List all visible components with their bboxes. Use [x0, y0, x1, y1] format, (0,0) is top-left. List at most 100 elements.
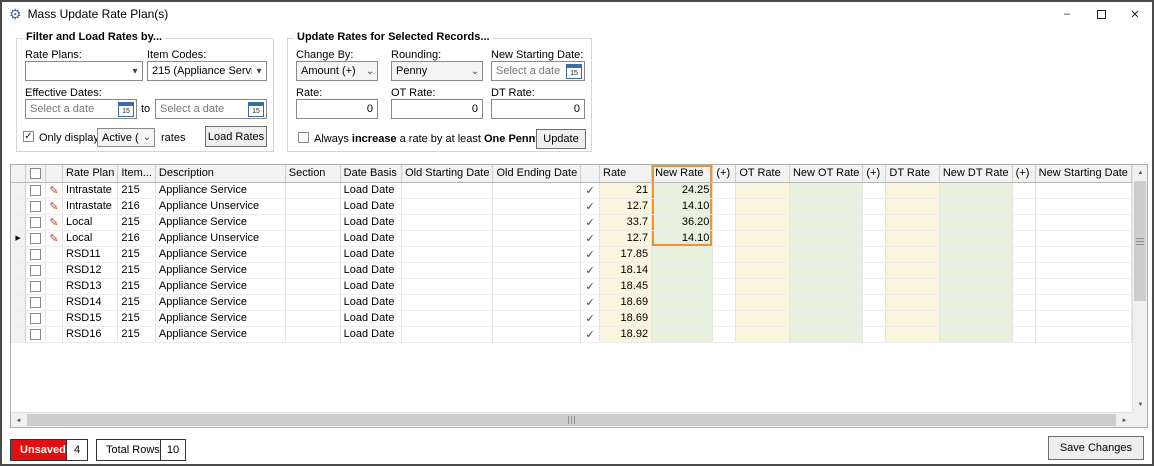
cell-new_rate[interactable]	[651, 278, 714, 295]
row-checkbox[interactable]	[29, 184, 41, 196]
row-checkbox[interactable]	[29, 200, 41, 212]
col-header-description[interactable]: Description	[155, 165, 286, 183]
cell-checkbox[interactable]	[25, 326, 46, 343]
cell-new_ot_rate[interactable]	[789, 182, 864, 199]
cell-new_rate[interactable]	[651, 326, 714, 343]
col-header-item[interactable]: Item...	[117, 165, 156, 183]
cell-rate[interactable]: 18.69	[599, 310, 653, 327]
cell-dt_rate[interactable]	[885, 310, 940, 327]
cell-new_rate[interactable]	[651, 262, 714, 279]
cell-new_dt_rate[interactable]	[939, 278, 1013, 295]
cell-ot_rate[interactable]	[735, 262, 790, 279]
cell-checkbox[interactable]	[25, 278, 46, 295]
row-checkbox[interactable]	[29, 232, 41, 244]
update-button[interactable]: Update	[536, 129, 586, 149]
cell-new_dt_rate[interactable]	[939, 262, 1013, 279]
cell-new_rate[interactable]: 36.20	[651, 214, 714, 231]
col-header-old_ending_date[interactable]: Old Ending Date	[492, 165, 582, 183]
cell-ot_rate[interactable]	[735, 310, 790, 327]
cell-new_dt_rate[interactable]	[939, 230, 1013, 247]
cell-dt_rate[interactable]	[885, 278, 940, 295]
cell-dt_rate[interactable]	[885, 198, 940, 215]
cell-new_dt_rate[interactable]	[939, 214, 1013, 231]
cell-new_rate[interactable]: 24.25	[651, 182, 714, 199]
cell-checkbox[interactable]	[25, 182, 46, 199]
dt-rate-input[interactable]	[491, 99, 585, 119]
cell-ot_rate[interactable]	[735, 326, 790, 343]
cell-new_dt_rate[interactable]	[939, 182, 1013, 199]
row-checkbox[interactable]	[29, 312, 41, 324]
cell-checkbox[interactable]	[25, 310, 46, 327]
col-header-new_dt_rate[interactable]: New DT Rate	[939, 165, 1013, 183]
rate-plans-dropdown[interactable]: ▾	[25, 61, 143, 81]
cell-ot_rate[interactable]	[735, 230, 790, 247]
cell-rate[interactable]: 21	[599, 182, 653, 199]
cell-rate[interactable]: 12.7	[599, 230, 653, 247]
cell-new_ot_rate[interactable]	[789, 326, 864, 343]
cell-dt_rate[interactable]	[885, 326, 940, 343]
only-display-checkbox[interactable]: ✓	[23, 131, 34, 142]
col-header-ot_rate[interactable]: OT Rate	[735, 165, 790, 183]
col-header-rate_plan[interactable]: Rate Plan	[62, 165, 119, 183]
cell-ot_rate[interactable]	[735, 246, 790, 263]
cell-new_ot_rate[interactable]	[789, 230, 864, 247]
cell-new_ot_rate[interactable]	[789, 278, 864, 295]
cell-new_ot_rate[interactable]	[789, 310, 864, 327]
cell-checkbox[interactable]	[25, 230, 46, 247]
penny-checkbox[interactable]	[298, 132, 309, 143]
cell-new_rate[interactable]: 14.10	[651, 198, 714, 215]
save-changes-button[interactable]: Save Changes	[1047, 436, 1144, 460]
cell-dt_rate[interactable]	[885, 262, 940, 279]
col-header-rate[interactable]: Rate	[599, 165, 653, 183]
col-header-new_ot_rate[interactable]: New OT Rate	[789, 165, 864, 183]
vertical-scroll-thumb[interactable]	[1134, 181, 1146, 301]
cell-new_dt_rate[interactable]	[939, 198, 1013, 215]
close-button[interactable]: ✕	[1118, 2, 1152, 26]
cell-ot_rate[interactable]	[735, 198, 790, 215]
horizontal-scroll-thumb[interactable]	[27, 414, 1116, 426]
scroll-up-icon[interactable]: ▲	[1133, 165, 1148, 180]
scroll-right-icon[interactable]: ►	[1117, 413, 1132, 428]
cell-ot_rate[interactable]	[735, 294, 790, 311]
row-checkbox[interactable]	[29, 296, 41, 308]
scroll-down-icon[interactable]: ▼	[1133, 397, 1148, 412]
minimize-button[interactable]: –	[1050, 2, 1084, 26]
col-header-plus3[interactable]: (+)	[1012, 165, 1036, 183]
horizontal-scrollbar[interactable]: ◄ ►	[11, 412, 1132, 427]
cell-dt_rate[interactable]	[885, 214, 940, 231]
cell-rate[interactable]: 12.7	[599, 198, 653, 215]
cell-new_dt_rate[interactable]	[939, 326, 1013, 343]
cell-ot_rate[interactable]	[735, 214, 790, 231]
ot-rate-input[interactable]	[391, 99, 483, 119]
cell-rate[interactable]: 18.92	[599, 326, 653, 343]
cell-new_rate[interactable]: 14.10	[651, 230, 714, 247]
cell-dt_rate[interactable]	[885, 294, 940, 311]
row-checkbox[interactable]	[29, 280, 41, 292]
cell-ot_rate[interactable]	[735, 182, 790, 199]
col-header-section[interactable]: Section	[285, 165, 341, 183]
cell-new_rate[interactable]	[651, 310, 714, 327]
col-header-date_basis[interactable]: Date Basis	[340, 165, 403, 183]
col-header-dt_rate[interactable]: DT Rate	[885, 165, 940, 183]
maximize-button[interactable]	[1084, 2, 1118, 26]
cell-new_dt_rate[interactable]	[939, 294, 1013, 311]
col-header-new_starting_date[interactable]: New Starting Date	[1035, 165, 1132, 183]
row-checkbox[interactable]	[29, 328, 41, 340]
cell-rate[interactable]: 33.7	[599, 214, 653, 231]
cell-dt_rate[interactable]	[885, 246, 940, 263]
row-checkbox[interactable]	[29, 248, 41, 260]
cell-checkbox[interactable]	[25, 214, 46, 231]
row-checkbox[interactable]	[29, 264, 41, 276]
rate-input[interactable]	[296, 99, 378, 119]
new-starting-date-picker[interactable]: Select a date 15	[491, 61, 585, 81]
cell-checkbox[interactable]	[25, 294, 46, 311]
cell-checkbox[interactable]	[25, 262, 46, 279]
cell-new_ot_rate[interactable]	[789, 214, 864, 231]
load-rates-button[interactable]: Load Rates	[205, 126, 267, 147]
effective-date-to-picker[interactable]: Select a date 15	[155, 99, 267, 119]
col-header-plus2[interactable]: (+)	[862, 165, 887, 183]
cell-new_rate[interactable]	[651, 246, 714, 263]
cell-new_ot_rate[interactable]	[789, 262, 864, 279]
col-header-old_starting_date[interactable]: Old Starting Date	[401, 165, 494, 183]
select-all-checkbox[interactable]	[29, 167, 41, 179]
